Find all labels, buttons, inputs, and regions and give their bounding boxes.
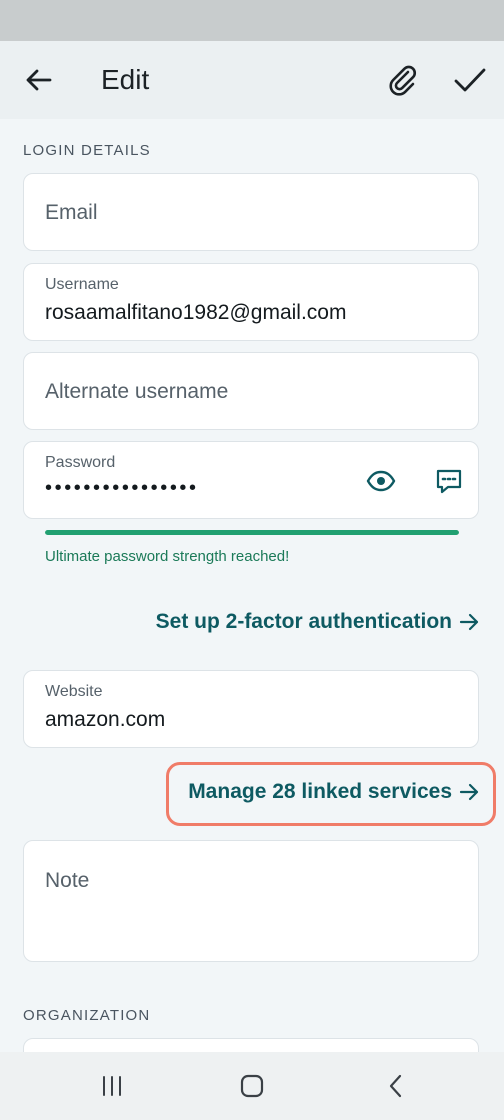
username-value: rosaamalfitano1982@gmail.com [45, 301, 347, 324]
status-bar [0, 0, 504, 41]
note-placeholder: Note [45, 869, 90, 892]
two-factor-link-label: Set up 2-factor authentication [155, 610, 452, 633]
page-title: Edit [101, 64, 150, 95]
manage-linked-services-label: Manage 28 linked services [188, 780, 452, 803]
arrow-right-icon [459, 783, 479, 801]
website-label: Website [45, 683, 103, 700]
password-strength-fill [45, 530, 459, 535]
paperclip-icon[interactable] [386, 63, 420, 97]
section-label-organization: ORGANIZATION [23, 1007, 151, 1024]
password-field[interactable]: Password •••••••••••••••• [23, 441, 479, 519]
manage-linked-services-link[interactable]: Manage 28 linked services [188, 780, 480, 804]
home-icon[interactable] [238, 1072, 266, 1100]
section-label-login-details: LOGIN DETAILS [23, 142, 151, 159]
eye-icon[interactable] [366, 466, 396, 496]
note-field[interactable]: Note [23, 840, 479, 962]
password-strength-bar [45, 530, 459, 535]
alternate-username-field[interactable]: Alternate username [23, 352, 479, 430]
username-field[interactable]: Username rosaamalfitano1982@gmail.com [23, 263, 479, 341]
website-field[interactable]: Website amazon.com [23, 670, 479, 748]
password-masked-value: •••••••••••••••• [45, 477, 199, 499]
website-value: amazon.com [45, 708, 166, 731]
email-placeholder: Email [45, 201, 98, 224]
recent-apps-icon[interactable] [98, 1072, 126, 1100]
password-generator-icon[interactable] [434, 466, 464, 496]
email-field[interactable]: Email [23, 173, 479, 251]
system-navigation-bar [0, 1052, 504, 1120]
app-bar: Edit [0, 41, 504, 119]
password-label: Password [45, 454, 116, 471]
arrow-left-icon[interactable] [22, 63, 56, 97]
checkmark-icon[interactable] [452, 63, 488, 97]
two-factor-link[interactable]: Set up 2-factor authentication [156, 610, 480, 634]
alternate-username-placeholder: Alternate username [45, 380, 229, 403]
arrow-right-icon [459, 613, 479, 631]
username-label: Username [45, 276, 119, 293]
back-icon[interactable] [382, 1072, 410, 1100]
password-strength-text: Ultimate password strength reached! [45, 548, 290, 565]
